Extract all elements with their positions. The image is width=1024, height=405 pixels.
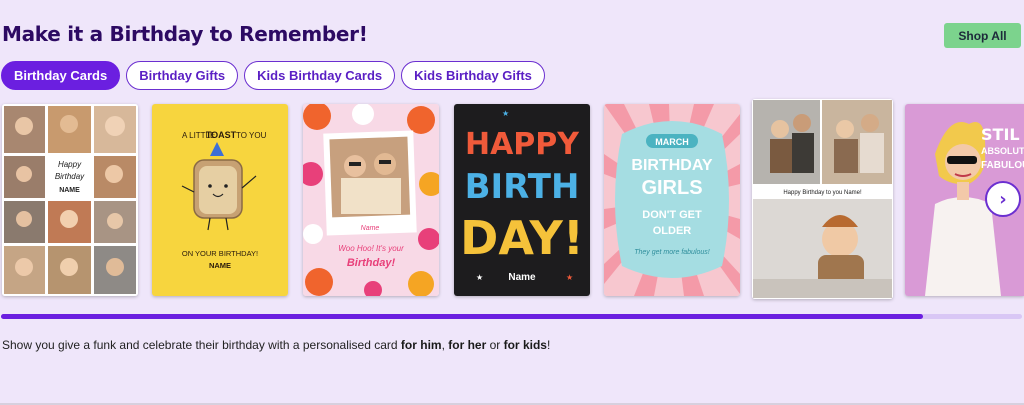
carousel-scrollbar[interactable] <box>1 314 1022 319</box>
svg-text:★: ★ <box>566 273 573 282</box>
tab-kids-birthday-gifts[interactable]: Kids Birthday Gifts <box>401 61 545 90</box>
march-text-girls: GIRLS <box>641 177 702 199</box>
category-tabs: Birthday Cards Birthday Gifts Kids Birth… <box>1 61 545 90</box>
collage-text-name: NAME <box>59 187 80 194</box>
polaroid-text-woo-hoo: Woo Hoo! It's your <box>338 244 404 253</box>
polaroid-name-text: Name <box>361 225 380 232</box>
fabulous-text-fabulous: FABULOU <box>981 160 1024 171</box>
march-text-fabulous: They get more fabulous! <box>634 249 710 256</box>
letters-name: Name <box>508 272 536 283</box>
march-text-month: MARCH <box>655 137 689 147</box>
polaroid-text-birthday: Birthday! <box>347 257 396 269</box>
product-card-march-birthday-girls[interactable]: MARCH BIRTHDAY GIRLS DON'T GET OLDER The… <box>604 104 740 296</box>
happy-birthday-letters-image: HAPPY BIRTH DAY! Name ★ ★ ★ <box>454 104 590 296</box>
description-for-him: for him <box>400 338 442 352</box>
description-for-kids: for kids <box>503 338 547 352</box>
kids-photo-caption: Happy Birthday to you Name! <box>783 190 862 196</box>
toast-text-to-you: TO YOU <box>236 131 267 140</box>
section-title: Make it a Birthday to Remember! <box>2 22 368 46</box>
tab-birthday-gifts[interactable]: Birthday Gifts <box>126 61 239 90</box>
march-birthday-girls-image: MARCH BIRTHDAY GIRLS DON'T GET OLDER The… <box>604 104 740 296</box>
product-card-photo-collage[interactable]: Happy Birthday NAME <box>2 104 138 296</box>
product-card-toast[interactable]: A LITTLE TOAST TO YOU ON YOUR BIRTHDAY! … <box>152 104 288 296</box>
product-card-floral-polaroid[interactable]: Name Woo Hoo! It's your Birthday! <box>303 104 439 296</box>
product-card-kids-photo[interactable]: Happy Birthday to you Name! <box>752 99 893 299</box>
kids-photo-image: Happy Birthday to you Name! <box>752 99 893 299</box>
march-text-birthday: BIRTHDAY <box>631 157 713 174</box>
collage-text-birthday: Birthday <box>55 172 85 181</box>
march-text-dont-get: DON'T GET <box>642 209 702 221</box>
tab-kids-birthday-cards[interactable]: Kids Birthday Cards <box>244 61 396 90</box>
carousel-next-button[interactable]: › <box>985 181 1021 217</box>
fabulous-text-still: STIL <box>981 125 1020 144</box>
letters-happy: HAPPY <box>465 127 580 162</box>
toast-text-toast: TOAST <box>206 130 237 140</box>
chevron-right-icon: › <box>999 188 1007 210</box>
description-prefix: Show you give a funk and celebrate their… <box>2 338 401 352</box>
description-suffix: ! <box>546 338 551 352</box>
letters-birth: BIRTH <box>465 167 580 207</box>
toast-text-on-your-birthday: ON YOUR BIRTHDAY! <box>182 249 258 258</box>
product-card-happy-birthday-letters[interactable]: HAPPY BIRTH DAY! Name ★ ★ ★ <box>454 104 590 296</box>
toast-text-name: NAME <box>209 261 231 270</box>
collage-text-happy: Happy <box>58 160 82 169</box>
description-or: or <box>486 338 504 352</box>
description-for-her: for her <box>448 338 487 352</box>
letters-day: DAY! <box>460 211 584 265</box>
svg-text:★: ★ <box>476 273 483 282</box>
photo-collage-image: Happy Birthday NAME <box>2 104 138 296</box>
march-text-older: OLDER <box>653 225 692 237</box>
svg-text:★: ★ <box>502 109 509 118</box>
shop-all-button[interactable]: Shop All <box>944 23 1021 48</box>
toast-card-image: A LITTLE TOAST TO YOU ON YOUR BIRTHDAY! … <box>152 104 288 296</box>
carousel-scrollbar-thumb[interactable] <box>1 314 923 319</box>
fabulous-text-absolute: ABSOLUTE <box>981 146 1024 156</box>
section-description: Show you give a funk and celebrate their… <box>2 338 550 352</box>
floral-polaroid-image: Name Woo Hoo! It's your Birthday! <box>303 104 439 296</box>
tab-birthday-cards[interactable]: Birthday Cards <box>1 61 121 90</box>
